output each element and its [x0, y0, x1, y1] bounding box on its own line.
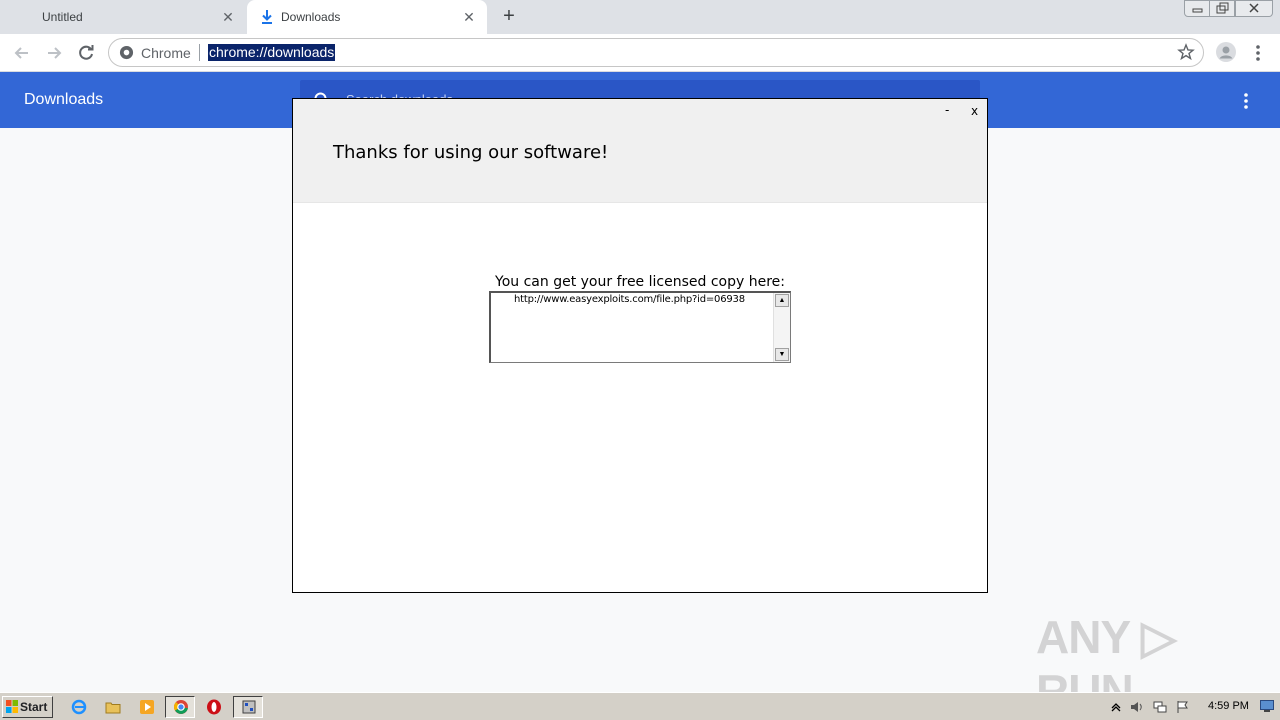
window-restore-button[interactable] — [1209, 0, 1235, 17]
window-minimize-button[interactable] — [1184, 0, 1210, 17]
scroll-up-button[interactable]: ▲ — [775, 294, 789, 307]
taskbar: Start 4:59 PM — [0, 692, 1280, 720]
tab-title: Downloads — [281, 10, 341, 24]
back-arrow-icon[interactable] — [11, 42, 33, 64]
new-tab-button[interactable]: + — [498, 5, 520, 27]
profile-icon[interactable] — [1216, 42, 1236, 62]
close-icon — [1249, 3, 1259, 13]
tab-close-button[interactable]: ✕ — [461, 9, 477, 25]
scroll-down-button[interactable]: ▼ — [775, 348, 789, 361]
dialog-message: You can get your free licensed copy here… — [495, 274, 785, 290]
dialog-header: Thanks for using our software! - x — [293, 99, 987, 203]
textarea-scrollbar[interactable]: ▲ ▼ — [773, 293, 790, 362]
tab-close-button[interactable]: ✕ — [220, 9, 236, 25]
chrome-icon — [174, 700, 188, 714]
restore-icon — [1216, 2, 1229, 14]
chrome-icon — [119, 45, 134, 60]
tab-strip: Untitled ✕ Downloads ✕ + — [0, 0, 1280, 34]
link-textarea[interactable]: http://www.easyexploits.com/file.php?id=… — [489, 291, 791, 363]
forward-arrow-icon[interactable] — [43, 42, 65, 64]
browser-toolbar: Chrome chrome://downloads — [0, 34, 1280, 72]
taskbar-clock[interactable]: 4:59 PM — [1208, 700, 1249, 712]
volume-icon[interactable] — [1130, 700, 1144, 714]
tab-title: Untitled — [42, 10, 83, 24]
opera-icon[interactable] — [206, 699, 222, 715]
show-desktop-icon[interactable] — [1260, 700, 1274, 712]
dialog-close-button[interactable]: x — [971, 104, 978, 118]
download-icon — [262, 10, 272, 24]
windows-flag-icon — [6, 700, 18, 713]
site-chip-label: Chrome — [141, 45, 191, 61]
tab-downloads[interactable]: Downloads ✕ — [247, 0, 487, 34]
popup-dialog: Thanks for using our software! - x You c… — [292, 98, 988, 593]
taskbar-app-button[interactable] — [233, 696, 263, 718]
window-close-button[interactable] — [1235, 0, 1273, 17]
page-title: Downloads — [24, 91, 104, 108]
app-icon — [242, 700, 256, 714]
media-player-icon[interactable] — [139, 699, 155, 715]
reload-icon[interactable] — [75, 42, 97, 64]
network-icon[interactable] — [1153, 700, 1167, 714]
start-label: Start — [20, 700, 48, 714]
dialog-title: Thanks for using our software! — [333, 142, 609, 163]
dialog-minimize-button[interactable]: - — [945, 103, 949, 117]
tray-arrow-icon[interactable] — [1109, 700, 1123, 714]
system-tray: 4:59 PM — [1104, 695, 1280, 719]
start-button[interactable]: Start — [2, 696, 53, 718]
action-center-flag-icon[interactable] — [1176, 700, 1190, 714]
tab-untitled[interactable]: Untitled ✕ — [0, 0, 246, 34]
address-bar[interactable]: Chrome chrome://downloads — [108, 38, 1204, 67]
menu-icon[interactable] — [1253, 43, 1263, 63]
link-text[interactable]: http://www.easyexploits.com/file.php?id=… — [514, 294, 745, 305]
folder-icon[interactable] — [105, 699, 121, 715]
kebab-icon[interactable] — [1242, 93, 1250, 109]
ie-icon[interactable] — [71, 699, 87, 715]
minimize-icon — [1192, 8, 1203, 13]
omnibox-separator — [199, 44, 200, 61]
star-icon[interactable] — [1177, 43, 1195, 61]
taskbar-chrome-button[interactable] — [165, 696, 195, 718]
url-text[interactable]: chrome://downloads — [208, 44, 336, 61]
